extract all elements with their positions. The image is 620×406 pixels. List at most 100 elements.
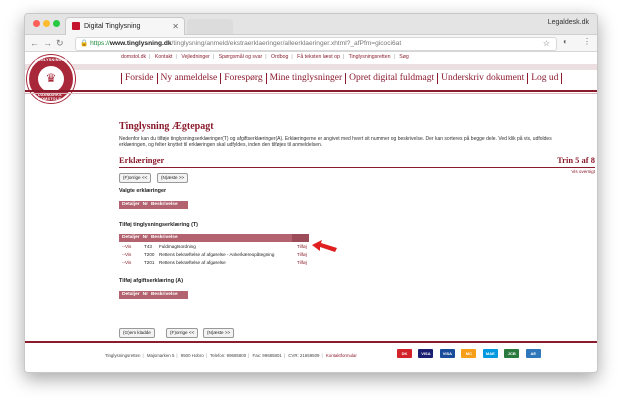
vis-oversigt-link[interactable]: Vis oversigt (571, 169, 595, 174)
row-beskrivelse: Rettens bekræftelse af afgørelse (159, 260, 226, 265)
nav-ny-anmeldelse[interactable]: Ny anmeldelse (156, 73, 221, 84)
vis-link[interactable]: --Vis (122, 243, 131, 250)
url-host: www.tinglysning.dk (109, 40, 172, 47)
header-band (25, 64, 597, 70)
valgte-table-header: Detaljer Nr Beskrivelse (119, 201, 188, 209)
nav-underskriv[interactable]: Underskriv dokument (437, 73, 527, 84)
maestro-icon: MAE (482, 349, 498, 358)
col-beskrivelse: Beskrivelse (150, 235, 178, 240)
tilfoej-link[interactable]: Tilføj (297, 251, 307, 258)
url-path: /tinglysning/anmeld/ekstraerklaeringer/a… (171, 40, 402, 47)
new-tab-button[interactable] (187, 19, 233, 34)
table-row: --Vis T43 Fuldmagtsordning Tilføj (119, 243, 309, 250)
lock-icon: 🔒 (80, 40, 89, 47)
row-nr: T201 (144, 260, 155, 265)
footer-item: Tinglysningsretten (105, 353, 141, 358)
footer-rule (25, 341, 597, 343)
jcb-icon: JCB (504, 349, 520, 358)
row-beskrivelse: Rettens bekræftelse af afgørelse - Anke/… (159, 252, 275, 257)
footer-item: 9500 Hobro (180, 353, 204, 358)
col-beskrivelse: Beskrivelse (150, 292, 178, 297)
col-nr: Nr (142, 235, 148, 240)
toplink-soeg[interactable]: Søg (399, 54, 409, 60)
nav-mine-tinglysninger[interactable]: Mine tinglysninger (265, 73, 346, 84)
t-table-header: Detaljer Nr Beskrivelse (119, 234, 309, 242)
toplink-tinglysningsretten[interactable]: Tinglysningsretten (349, 54, 391, 60)
save-draft-button[interactable]: (G)em kladde (119, 328, 155, 338)
col-nr: Nr (142, 292, 148, 297)
tilfoej-a-label: Tilføj afgiftserklæring (A) (119, 278, 183, 284)
mastercard-icon: MC (461, 349, 477, 358)
prev-button-bottom[interactable]: (F)orrige << (166, 328, 199, 338)
toplink-laes-op[interactable]: Få teksten læst op (297, 54, 340, 60)
url-field[interactable]: 🔒 https://www.tinglysning.dk/tinglysning… (75, 37, 557, 51)
nav-forside[interactable]: Forside (121, 73, 157, 84)
footer-item: Fax: 99685801 (252, 353, 282, 358)
section-header: Erklæringer Trin 5 af 8 (119, 155, 595, 168)
row-nr: T43 (144, 244, 152, 249)
col-nr: Nr (142, 202, 148, 207)
toplink-spoergsmaal[interactable]: Spørgsmål og svar (219, 54, 263, 60)
valgte-label: Valgte erklæringer (119, 188, 167, 194)
a-table-header: Detaljer Nr Beskrivelse (119, 291, 188, 299)
section-title: Erklæringer (119, 155, 165, 165)
toplink-vejledninger[interactable]: Vejledninger (181, 54, 210, 60)
visa-electron-icon: VISA (439, 349, 455, 358)
tilfoej-t-label: Tilføj tinglysningserklæring (T) (119, 222, 198, 228)
toplink-kontakt[interactable]: Kontakt (155, 54, 173, 60)
next-button-bottom[interactable]: (N)æste >> (203, 328, 235, 338)
favicon-icon (72, 22, 80, 30)
footer: Tinglysningsretten | Majsmarken 5 | 9500 H… (105, 353, 357, 358)
browser-tab[interactable]: Digital Tinglysning ✕ (65, 17, 185, 35)
back-arrow-icon[interactable]: ← (30, 38, 39, 48)
next-button-top[interactable]: (N)æste >> (157, 173, 189, 183)
logo-top-text: TINGLYSNINGSRETTEN (34, 58, 81, 62)
address-bar-row: ← → ↻ 🔒 https://www.tinglysning.dk/tingl… (25, 35, 597, 52)
header-rule (25, 90, 597, 92)
contact-form-link[interactable]: Kontaktformular (326, 353, 357, 358)
tilfoej-link[interactable]: Tilføj (297, 259, 307, 266)
court-logo[interactable]: TINGLYSNINGSRETTEN ♛ DANMARKS DOMSTOLE (27, 55, 81, 103)
close-window-icon[interactable] (33, 20, 40, 27)
tab-bar: Digital Tinglysning ✕ Legaldesk.dk (25, 14, 597, 35)
nav-opret-fuldmagt[interactable]: Opret digital fuldmagt (345, 73, 437, 84)
toplink-ordbog[interactable]: Ordbog (271, 54, 288, 60)
prev-button-top[interactable]: (F)orrige << (119, 173, 152, 183)
footer-item: Majsmarken 5 (146, 353, 175, 358)
vis-link[interactable]: --Vis (122, 259, 131, 266)
footer-item: CVR: 21659509 (288, 353, 320, 358)
col-beskrivelse: Beskrivelse (150, 202, 178, 207)
window-title: Legaldesk.dk (547, 19, 589, 26)
close-tab-icon[interactable]: ✕ (172, 18, 179, 35)
page-content: TINGLYSNINGSRETTEN ♛ DANMARKS DOMSTOLE d… (25, 52, 597, 372)
header-rule-thin (25, 93, 597, 94)
maximize-window-icon[interactable] (53, 20, 60, 27)
table-row: --Vis T200 Rettens bekræftelse af afgøre… (119, 251, 309, 258)
forward-arrow-icon[interactable]: → (43, 38, 52, 48)
vis-link[interactable]: --Vis (122, 251, 131, 258)
table-row: --Vis T201 Rettens bekræftelse af afgøre… (119, 259, 309, 266)
visa-icon: VISA (418, 349, 434, 358)
tilfoej-link[interactable]: Tilføj (297, 243, 307, 250)
intro-text: Nedenfor kan du tilføje tinglysningserkl… (119, 136, 552, 148)
row-nr: T200 (144, 252, 155, 257)
amex-icon: AE (525, 349, 541, 358)
minimize-window-icon[interactable] (43, 20, 50, 27)
row-beskrivelse: Fuldmagtsordning (159, 244, 196, 249)
action-col-header (292, 234, 309, 242)
nav-foresporg[interactable]: Forespørg (220, 73, 265, 84)
tab-title: Digital Tinglysning (84, 23, 141, 30)
logo-bottom-text: DANMARKS DOMSTOLE (38, 93, 62, 101)
browser-window: Digital Tinglysning ✕ Legaldesk.dk ← → ↻… (24, 13, 598, 373)
extension-icon[interactable]: ◐ (563, 37, 568, 46)
logo-emblem: ♛ (38, 66, 64, 92)
main-nav: Forside Ny anmeldelse Forespørg Mine tingly… (121, 73, 563, 87)
menu-kebab-icon[interactable]: ⋮ (583, 37, 591, 46)
toplink-domstol[interactable]: domstol.dk (121, 54, 146, 60)
crown-icon: ♛ (45, 71, 57, 85)
reload-icon[interactable]: ↻ (56, 38, 64, 48)
col-detaljer: Detaljer (122, 235, 140, 240)
bookmark-star-icon[interactable]: ☆ (543, 38, 550, 50)
col-detaljer: Detaljer (122, 292, 140, 297)
nav-log-ud[interactable]: Log ud (527, 73, 563, 84)
